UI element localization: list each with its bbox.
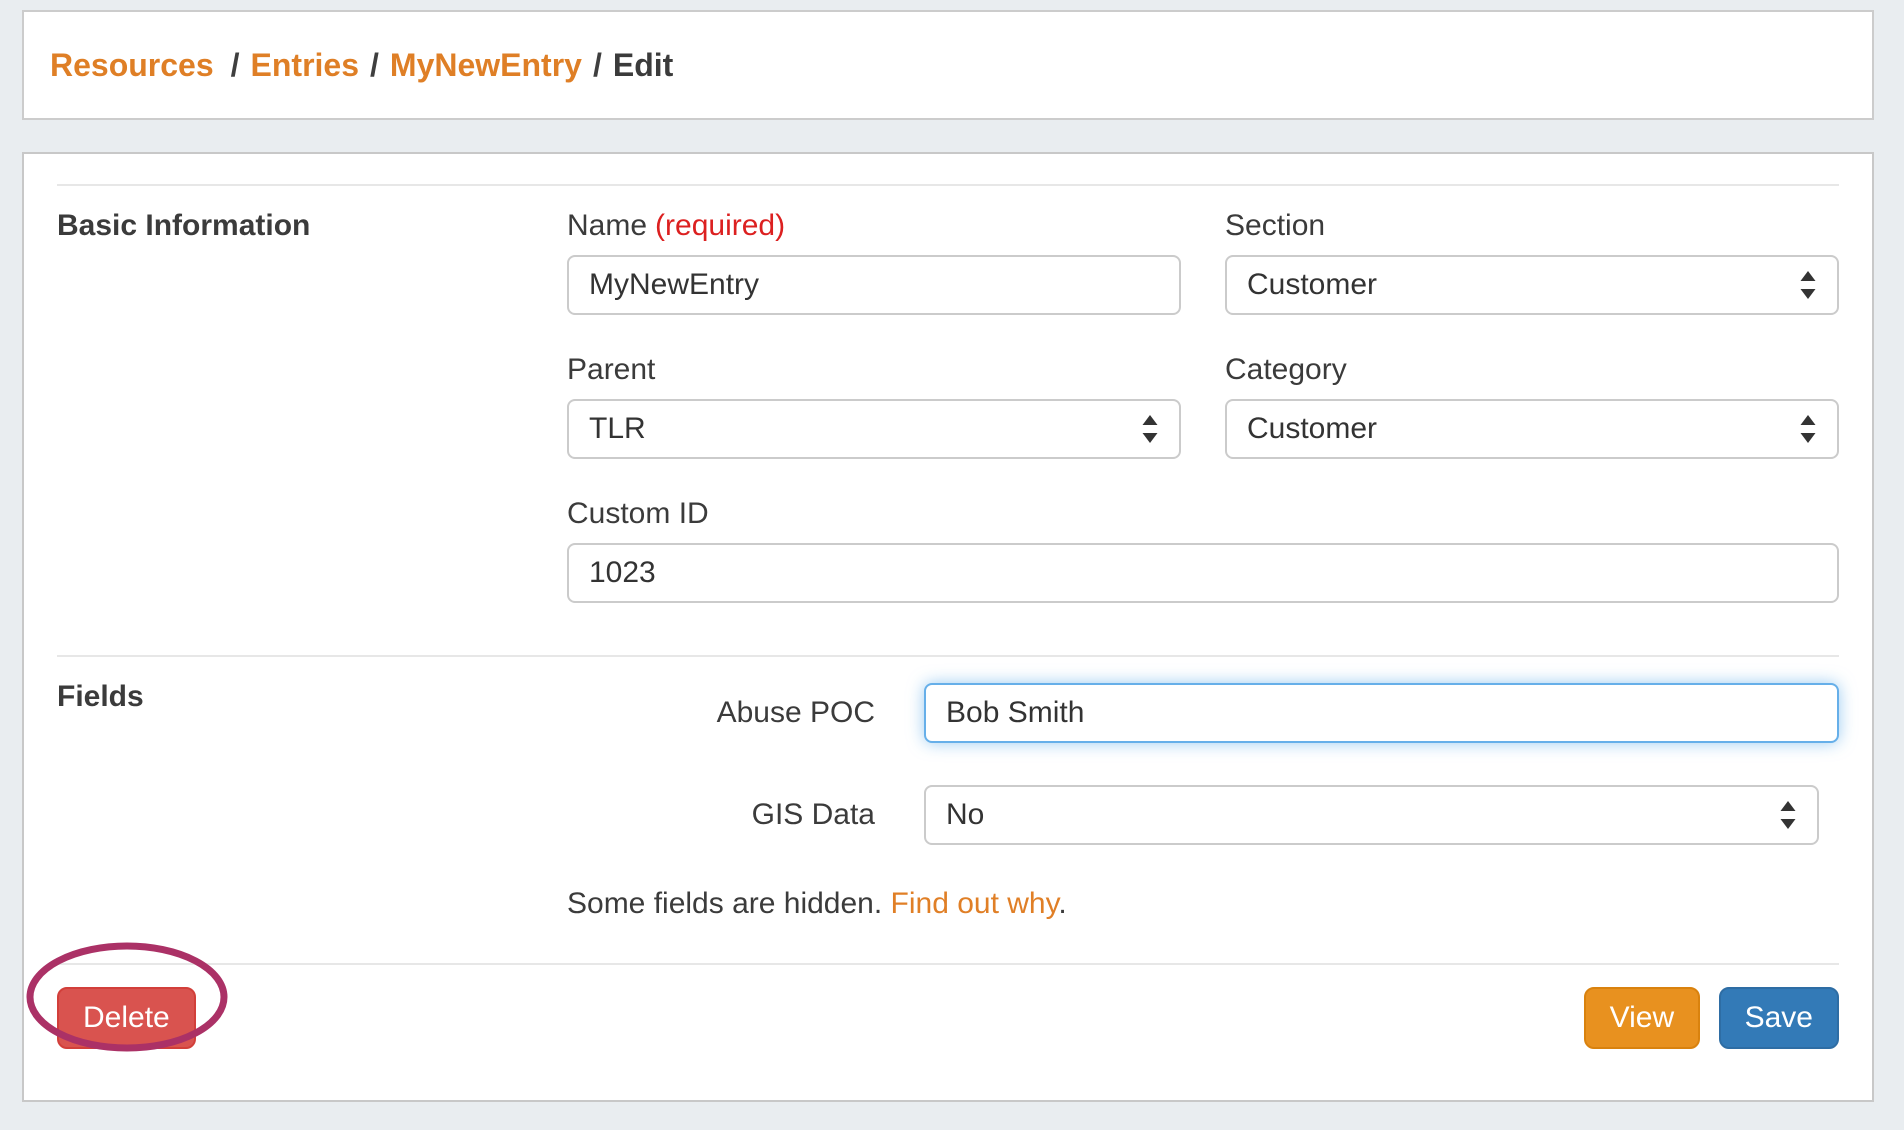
name-field-group: Name(required) bbox=[567, 209, 1181, 315]
breadcrumb-link-entries[interactable]: Entries bbox=[251, 47, 359, 83]
fields-form: Abuse POC GIS Data No Some fields are hi… bbox=[567, 657, 1839, 963]
category-select-value: Customer bbox=[1247, 412, 1377, 446]
gis-data-label: GIS Data bbox=[567, 798, 875, 832]
breadcrumb-separator: / bbox=[370, 47, 379, 83]
select-arrows-icon bbox=[1777, 798, 1799, 832]
hidden-fields-note-text: Some fields are hidden. bbox=[567, 887, 891, 920]
required-note: (required) bbox=[655, 209, 785, 242]
basic-information-section: Basic Information Name(required) Section… bbox=[57, 186, 1839, 655]
find-out-why-link[interactable]: Find out why bbox=[891, 887, 1059, 920]
abuse-poc-row: Abuse POC bbox=[567, 683, 1839, 743]
right-actions: View Save bbox=[1584, 987, 1839, 1049]
gis-data-select-value: No bbox=[946, 798, 984, 832]
section-select[interactable]: Customer bbox=[1225, 255, 1839, 315]
name-input[interactable] bbox=[567, 255, 1181, 315]
custom-id-label: Custom ID bbox=[567, 497, 1839, 531]
parent-field-group: Parent TLR bbox=[567, 353, 1181, 459]
basic-information-form: Name(required) Section Customer Parent bbox=[567, 186, 1839, 641]
category-label: Category bbox=[1225, 353, 1839, 387]
breadcrumb-panel: Resources / Entries / MyNewEntry / Edit bbox=[22, 10, 1874, 120]
category-field-group: Category Customer bbox=[1225, 353, 1839, 459]
breadcrumb-link-mynewentry[interactable]: MyNewEntry bbox=[390, 47, 582, 83]
section-select-value: Customer bbox=[1247, 268, 1377, 302]
actions-row: Delete View Save bbox=[57, 965, 1839, 1049]
parent-label: Parent bbox=[567, 353, 1181, 387]
category-select[interactable]: Customer bbox=[1225, 399, 1839, 459]
basic-information-title: Basic Information bbox=[57, 186, 567, 641]
save-button[interactable]: Save bbox=[1719, 987, 1839, 1049]
section-field-group: Section Customer bbox=[1225, 209, 1839, 315]
entry-edit-card: Basic Information Name(required) Section… bbox=[22, 152, 1874, 1102]
breadcrumb-link-resources[interactable]: Resources bbox=[50, 47, 214, 83]
hidden-fields-note: Some fields are hidden. Find out why. bbox=[567, 887, 1839, 921]
delete-button[interactable]: Delete bbox=[57, 987, 196, 1049]
fields-section: Fields Abuse POC GIS Data No Some fields… bbox=[57, 657, 1839, 963]
section-label: Section bbox=[1225, 209, 1839, 243]
select-arrows-icon bbox=[1797, 412, 1819, 446]
view-button[interactable]: View bbox=[1584, 987, 1700, 1049]
abuse-poc-input[interactable] bbox=[924, 683, 1839, 743]
custom-id-field-group: Custom ID bbox=[567, 497, 1839, 603]
parent-select[interactable]: TLR bbox=[567, 399, 1181, 459]
name-label-text: Name bbox=[567, 209, 647, 242]
select-arrows-icon bbox=[1797, 268, 1819, 302]
gis-data-row: GIS Data No bbox=[567, 785, 1839, 845]
breadcrumb: Resources / Entries / MyNewEntry / Edit bbox=[50, 47, 673, 84]
name-label: Name(required) bbox=[567, 209, 1181, 243]
abuse-poc-label: Abuse POC bbox=[567, 696, 875, 730]
hidden-fields-note-suffix: . bbox=[1058, 887, 1066, 920]
select-arrows-icon bbox=[1139, 412, 1161, 446]
gis-data-select[interactable]: No bbox=[924, 785, 1819, 845]
breadcrumb-separator: / bbox=[593, 47, 602, 83]
parent-select-value: TLR bbox=[589, 412, 646, 446]
breadcrumb-current-edit: Edit bbox=[613, 47, 673, 83]
breadcrumb-separator: / bbox=[231, 47, 240, 83]
custom-id-input[interactable] bbox=[567, 543, 1839, 603]
fields-title: Fields bbox=[57, 657, 567, 963]
